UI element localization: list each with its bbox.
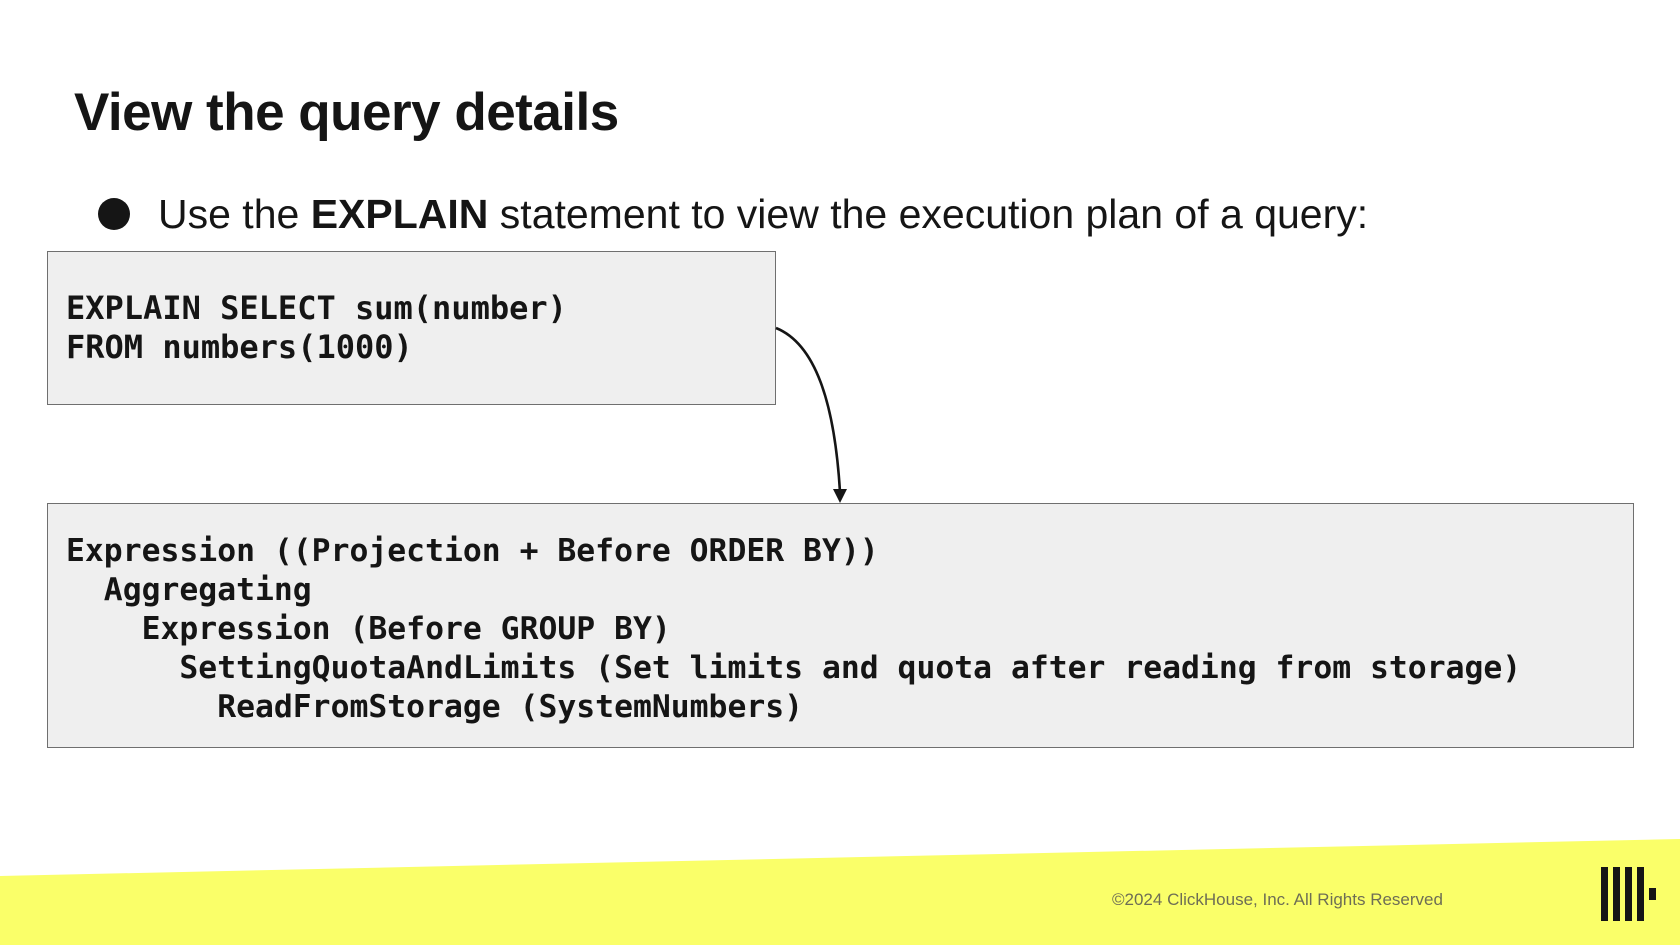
slide-title: View the query details: [74, 83, 619, 142]
bullet-keyword: EXPLAIN: [310, 190, 489, 237]
plan-line: SettingQuotaAndLimits (Set limits and qu…: [66, 650, 1522, 686]
query-code-block: EXPLAIN SELECT sum(number) FROM numbers(…: [47, 251, 776, 405]
query-line: FROM numbers(1000): [66, 328, 413, 366]
query-line: EXPLAIN SELECT sum(number): [66, 289, 567, 327]
plan-line: Expression ((Projection + Before ORDER B…: [66, 533, 879, 569]
plan-line: ReadFromStorage (SystemNumbers): [66, 689, 804, 725]
bullet-item: Use the EXPLAIN statement to view the ex…: [98, 188, 1368, 240]
clickhouse-logo-icon: [1601, 867, 1658, 921]
plan-line: Aggregating: [66, 572, 312, 608]
bullet-dot-icon: [98, 198, 130, 230]
plan-line: Expression (Before GROUP BY): [66, 611, 671, 647]
copyright-text: ©2024 ClickHouse, Inc. All Rights Reserv…: [1112, 890, 1443, 909]
bullet-suffix: statement to view the execution plan of …: [488, 190, 1369, 237]
plan-code-block: Expression ((Projection + Before ORDER B…: [47, 503, 1634, 748]
bullet-prefix: Use the: [158, 190, 311, 237]
bullet-text: Use the EXPLAIN statement to view the ex…: [158, 191, 1368, 238]
